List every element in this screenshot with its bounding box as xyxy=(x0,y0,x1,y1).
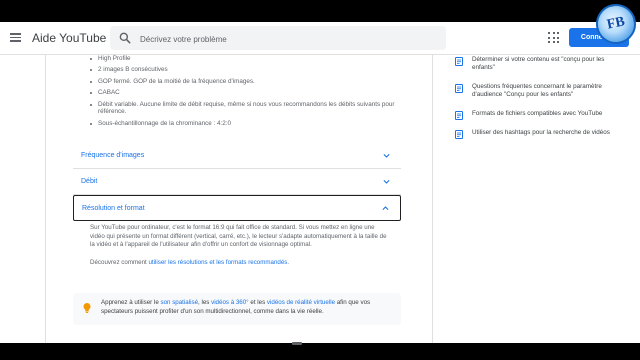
brand-title[interactable]: Aide YouTube xyxy=(32,31,106,45)
link-prefix: Découvrez comment xyxy=(90,259,149,266)
related-item-label: Questions fréquentes concernant le param… xyxy=(472,82,602,98)
search-icon[interactable] xyxy=(118,31,132,45)
scroll-handle[interactable] xyxy=(292,342,302,345)
bottom-black-bar xyxy=(0,343,640,360)
accordion-resolution[interactable]: Résolution et format xyxy=(73,195,401,221)
document-icon xyxy=(455,83,463,93)
related-item[interactable]: Déterminer si votre contenu est "conçu p… xyxy=(455,56,615,72)
related-item[interactable]: Formats de fichiers compatibles avec You… xyxy=(455,109,615,120)
tip-text: Apprenez à utiliser le son spatialisé, l… xyxy=(101,299,391,316)
menu-icon[interactable] xyxy=(10,31,22,43)
resolution-description: Sur YouTube pour ordinateur, c'est le fo… xyxy=(90,224,387,249)
related-item-label: Formats de fichiers compatibles avec You… xyxy=(472,109,603,117)
accordion-bitrate[interactable]: Débit xyxy=(73,169,401,195)
list-item: Sous-échantillonnage de la chrominance :… xyxy=(86,120,396,128)
related-item[interactable]: Questions fréquentes concernant le param… xyxy=(455,83,615,99)
vr-videos-link[interactable]: vidéos de réalité virtuelle xyxy=(267,299,335,306)
related-item-label: Déterminer si votre contenu est "conçu p… xyxy=(472,56,605,71)
list-item: High Profile xyxy=(86,55,396,63)
list-item: GOP fermé. GOP de la moitié de la fréque… xyxy=(86,78,396,86)
search-input[interactable] xyxy=(138,30,442,48)
link-suffix: . xyxy=(287,259,290,266)
accordion-frame-rate[interactable]: Fréquence d'images xyxy=(73,143,401,169)
related-articles: Déterminer si votre contenu est "conçu p… xyxy=(455,54,615,139)
spatial-audio-link[interactable]: son spatialisé xyxy=(161,299,199,306)
list-item: 2 images B consécutives xyxy=(86,66,396,74)
accordion-label: Débit xyxy=(81,178,98,185)
left-divider xyxy=(45,55,46,343)
document-icon xyxy=(455,129,463,139)
top-black-bar xyxy=(0,0,640,22)
accordion-label: Résolution et format xyxy=(82,205,145,212)
document-icon xyxy=(455,110,463,120)
app-bar: Aide YouTube Connexion xyxy=(0,22,640,55)
accordion-label: Fréquence d'images xyxy=(81,152,145,159)
resolutions-link[interactable]: utiliser les résolutions et les formats … xyxy=(148,259,287,266)
list-item: Débit variable. Aucune limite de débit r… xyxy=(86,101,396,117)
tip-text-part: et les xyxy=(248,299,267,306)
apps-grid-icon[interactable] xyxy=(548,32,560,44)
tip-box: Apprenez à utiliser le son spatialisé, l… xyxy=(73,293,401,325)
tip-text-part: Apprenez à utiliser le xyxy=(101,299,161,306)
right-divider xyxy=(432,55,433,343)
spec-bullet-list: High Profile 2 images B consécutives GOP… xyxy=(86,55,396,131)
chevron-down-icon[interactable] xyxy=(382,177,391,186)
lightbulb-icon xyxy=(83,303,91,313)
chevron-up-icon[interactable] xyxy=(381,204,390,213)
list-item: CABAC xyxy=(86,89,396,97)
search-box[interactable] xyxy=(110,26,446,50)
tip-text-part: , les xyxy=(198,299,212,306)
360-videos-link[interactable]: vidéos à 360° xyxy=(211,299,249,306)
related-item-label: Utiliser des hashtags pour la recherche … xyxy=(472,128,610,136)
related-item[interactable]: Utiliser des hashtags pour la recherche … xyxy=(455,128,615,139)
resolution-link-line: Découvrez comment utiliser les résolutio… xyxy=(90,259,390,268)
document-icon xyxy=(455,57,463,66)
chevron-down-icon[interactable] xyxy=(382,151,391,160)
